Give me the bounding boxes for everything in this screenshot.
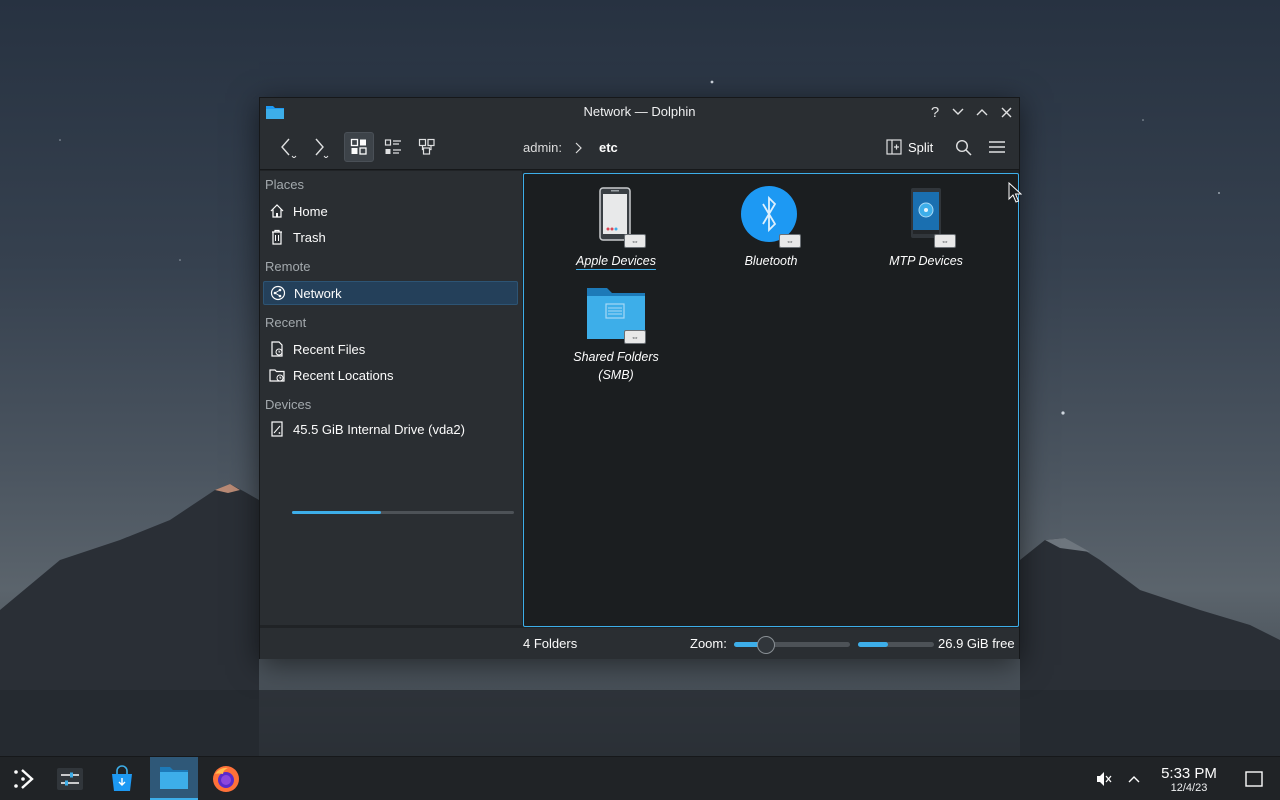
folder-item-label: MTP Devices bbox=[889, 254, 963, 268]
drive-usage-fill bbox=[292, 511, 381, 514]
home-icon bbox=[270, 204, 284, 218]
sidebar-item-label: 45.5 GiB Internal Drive (vda2) bbox=[293, 421, 465, 437]
dolphin-folder-icon bbox=[160, 766, 188, 789]
sidebar-item-trash[interactable]: Trash bbox=[263, 225, 518, 249]
folder-item-label: Shared Folders (SMB) bbox=[573, 350, 659, 382]
network-icon bbox=[270, 285, 286, 301]
forward-button[interactable] bbox=[304, 132, 334, 162]
link-badge-icon: ⇔ bbox=[624, 234, 646, 248]
volume-muted-button[interactable] bbox=[1094, 769, 1114, 789]
back-arrow-icon bbox=[281, 138, 297, 158]
settings-sliders-icon bbox=[57, 768, 83, 790]
details-view-icon bbox=[418, 138, 435, 155]
section-devices: Devices bbox=[265, 397, 312, 412]
sidebar-item-label: Home bbox=[293, 203, 328, 219]
dolphin-window: Network — Dolphin ? admin: etc Split Pla… bbox=[259, 97, 1020, 659]
split-button[interactable]: Split bbox=[882, 132, 942, 162]
chevron-up-icon bbox=[976, 109, 988, 116]
section-remote: Remote bbox=[265, 259, 311, 274]
help-icon: ? bbox=[930, 103, 940, 121]
main-toolbar: admin: etc Split bbox=[260, 126, 1019, 170]
link-badge-icon: ⇔ bbox=[934, 234, 956, 248]
chevron-up-icon bbox=[1128, 776, 1140, 783]
split-view-icon bbox=[886, 139, 902, 155]
show-desktop-icon bbox=[1245, 771, 1263, 787]
breadcrumb-item-admin[interactable]: admin: bbox=[523, 140, 562, 155]
chevron-down-icon bbox=[952, 108, 964, 115]
task-firefox[interactable] bbox=[202, 757, 250, 800]
recent-files-icon bbox=[271, 341, 283, 357]
free-space-text: 26.9 GiB free bbox=[938, 636, 1015, 651]
breadcrumb-item-current[interactable]: etc bbox=[599, 140, 618, 155]
sidebar-item-internal-drive[interactable]: 45.5 GiB Internal Drive (vda2) bbox=[263, 417, 518, 441]
zoom-slider[interactable] bbox=[734, 636, 850, 654]
firefox-icon bbox=[213, 766, 239, 792]
maximize-button[interactable] bbox=[971, 102, 993, 122]
free-space-fill bbox=[858, 642, 889, 647]
trash-icon bbox=[272, 229, 282, 245]
task-discover[interactable] bbox=[98, 757, 146, 800]
sidebar-item-label: Network bbox=[294, 285, 342, 301]
compact-view-button[interactable] bbox=[378, 132, 408, 162]
discover-store-icon bbox=[112, 765, 132, 791]
status-bar: 4 Folders Zoom: 26.9 GiB free bbox=[260, 628, 1019, 659]
system-tray-expand-button[interactable] bbox=[1124, 769, 1144, 789]
folder-item-bluetooth[interactable]: ⇔ Bluetooth bbox=[716, 186, 826, 270]
recent-locations-icon bbox=[269, 369, 285, 382]
folder-item-apple-devices[interactable]: ⇔ Apple Devices bbox=[561, 186, 671, 270]
zoom-label: Zoom: bbox=[690, 636, 727, 651]
task-dolphin[interactable] bbox=[150, 757, 198, 800]
folder-item-shared-folders[interactable]: ⇔ Shared Folders (SMB) bbox=[561, 282, 671, 384]
minimize-button[interactable] bbox=[947, 102, 969, 122]
launcher-icon bbox=[14, 769, 34, 789]
zoom-slider-handle[interactable] bbox=[757, 636, 776, 654]
sidebar-item-label: Recent Files bbox=[293, 341, 366, 357]
folder-count: 4 Folders bbox=[523, 636, 578, 651]
hamburger-menu-icon bbox=[989, 141, 1005, 153]
link-badge-icon: ⇔ bbox=[779, 234, 801, 248]
back-button[interactable] bbox=[272, 132, 302, 162]
breadcrumb-separator-icon bbox=[575, 142, 582, 154]
show-desktop-button[interactable] bbox=[1244, 769, 1264, 789]
help-button[interactable]: ? bbox=[924, 102, 946, 122]
mouse-cursor-icon bbox=[1008, 182, 1022, 203]
clock-date: 12/4/23 bbox=[1170, 782, 1208, 794]
sidebar-item-recent-files[interactable]: Recent Files bbox=[263, 337, 518, 361]
folder-item-label: Apple Devices bbox=[576, 254, 656, 268]
menu-button[interactable] bbox=[982, 132, 1012, 162]
title-bar[interactable]: Network — Dolphin ? bbox=[260, 98, 1019, 126]
compact-view-icon bbox=[384, 139, 401, 154]
search-button[interactable] bbox=[948, 132, 978, 162]
section-places: Places bbox=[265, 177, 305, 192]
drive-icon bbox=[271, 421, 283, 437]
sidebar-item-label: Trash bbox=[293, 229, 326, 245]
free-space-bar bbox=[858, 642, 934, 647]
section-recent: Recent bbox=[265, 315, 307, 330]
link-badge-icon: ⇔ bbox=[624, 330, 646, 344]
sidebar-item-label: Recent Locations bbox=[293, 367, 394, 383]
split-button-label: Split bbox=[908, 139, 934, 155]
close-button[interactable] bbox=[995, 102, 1017, 122]
icons-view-button[interactable] bbox=[344, 132, 374, 162]
folder-item-label: Bluetooth bbox=[744, 254, 798, 268]
sidebar-item-network[interactable]: Network bbox=[263, 281, 518, 305]
icons-view-icon bbox=[350, 138, 367, 155]
sidebar-item-recent-locations[interactable]: Recent Locations bbox=[263, 363, 518, 387]
volume-muted-icon bbox=[1097, 772, 1112, 786]
search-icon bbox=[955, 139, 972, 156]
clock-time: 5:33 PM bbox=[1161, 765, 1217, 782]
folder-item-mtp-devices[interactable]: ⇔ MTP Devices bbox=[871, 186, 981, 270]
task-system-settings[interactable] bbox=[46, 757, 94, 800]
drive-usage-bar bbox=[292, 511, 514, 514]
file-view[interactable]: ⇔ Apple Devices ⇔ Bluetooth ⇔ MTP Device… bbox=[523, 173, 1019, 627]
application-launcher-button[interactable] bbox=[0, 757, 48, 800]
sidebar-item-home[interactable]: Home bbox=[263, 199, 518, 223]
places-panel: Places Home Trash Remote Network Recent … bbox=[260, 171, 522, 625]
forward-arrow-icon bbox=[315, 138, 329, 158]
taskbar: 5:33 PM 12/4/23 bbox=[0, 756, 1280, 800]
close-icon bbox=[1001, 107, 1011, 117]
details-view-button[interactable] bbox=[412, 132, 442, 162]
window-title: Network — Dolphin bbox=[583, 104, 696, 119]
